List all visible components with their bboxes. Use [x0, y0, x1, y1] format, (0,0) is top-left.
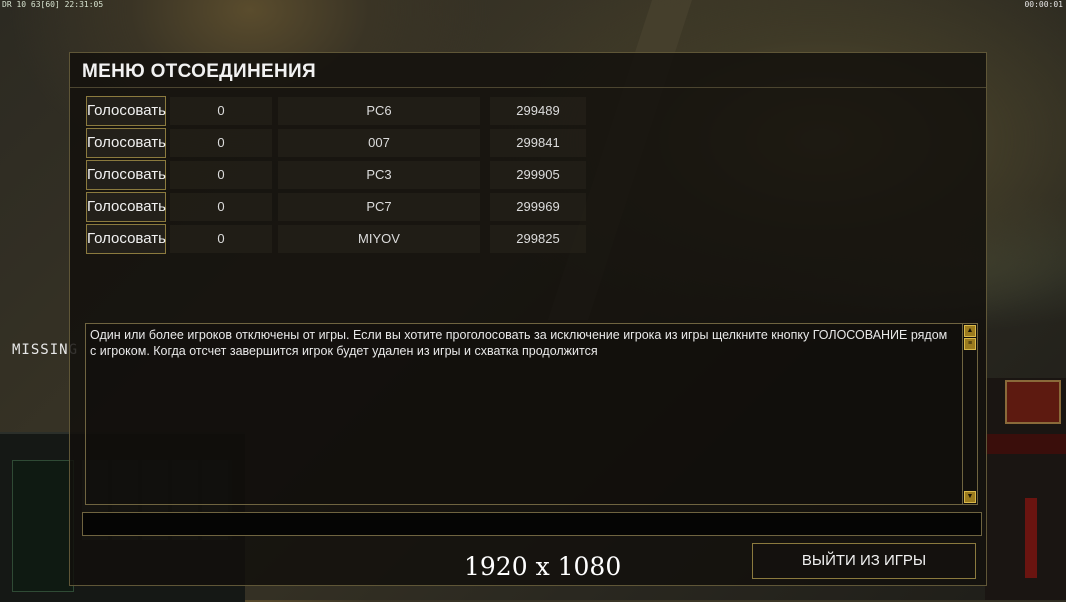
- vote-count: 0: [170, 161, 272, 189]
- vote-button[interactable]: Голосовать: [86, 128, 166, 158]
- player-frame: 299841: [490, 129, 586, 157]
- player-frame: 299489: [490, 97, 586, 125]
- scroll-down-icon[interactable]: ▼: [964, 491, 976, 503]
- player-row: Голосовать 0 PC7 299969: [70, 192, 610, 222]
- player-name: PC7: [278, 193, 480, 221]
- player-frame: 299905: [490, 161, 586, 189]
- minimap: [12, 460, 74, 592]
- status-lamps: [985, 434, 1066, 454]
- faction-emblem-icon: [1005, 380, 1061, 424]
- dialog-title: МЕНЮ ОТСОЕДИНЕНИЯ: [82, 61, 316, 82]
- fps-stats: DR 10 63[60] 22:31:05: [2, 0, 104, 9]
- power-meter: [1025, 498, 1037, 578]
- game-timer: 00:00:01: [1024, 0, 1063, 9]
- player-name: PC3: [278, 161, 480, 189]
- vote-count: 0: [170, 193, 272, 221]
- player-row: Голосовать 0 PC6 299489: [70, 96, 610, 126]
- player-name: 007: [278, 129, 480, 157]
- player-frame: 299825: [490, 225, 586, 253]
- player-row: Голосовать 0 PC3 299905: [70, 160, 610, 190]
- scroll-up-icon[interactable]: ▲: [964, 325, 976, 337]
- player-name: MIYOV: [278, 225, 480, 253]
- scroll-thumb[interactable]: ≡: [964, 338, 976, 350]
- vote-count: 0: [170, 129, 272, 157]
- vote-button[interactable]: Голосовать: [86, 192, 166, 222]
- chat-input[interactable]: [82, 512, 982, 536]
- message-text: Один или более игроков отключены от игры…: [90, 328, 948, 358]
- vote-button[interactable]: Голосовать: [86, 160, 166, 190]
- disconnect-menu: МЕНЮ ОТСОЕДИНЕНИЯ Голосовать 0 PC6 29948…: [69, 52, 987, 586]
- vote-button[interactable]: Голосовать: [86, 224, 166, 254]
- vote-count: 0: [170, 225, 272, 253]
- title-divider: [70, 87, 986, 88]
- command-bar-right: [985, 378, 1066, 600]
- player-row: Голосовать 0 MIYOV 299825: [70, 224, 610, 254]
- resolution-label: 1920 x 1080: [464, 552, 622, 581]
- player-frame: 299969: [490, 193, 586, 221]
- player-name: PC6: [278, 97, 480, 125]
- vote-count: 0: [170, 97, 272, 125]
- message-box: Один или более игроков отключены от игры…: [85, 323, 978, 505]
- vote-button[interactable]: Голосовать: [86, 96, 166, 126]
- message-scrollbar[interactable]: ▲ ≡ ▼: [962, 324, 977, 504]
- player-row: Голосовать 0 007 299841: [70, 128, 610, 158]
- quit-game-button[interactable]: ВЫЙТИ ИЗ ИГРЫ: [752, 543, 976, 579]
